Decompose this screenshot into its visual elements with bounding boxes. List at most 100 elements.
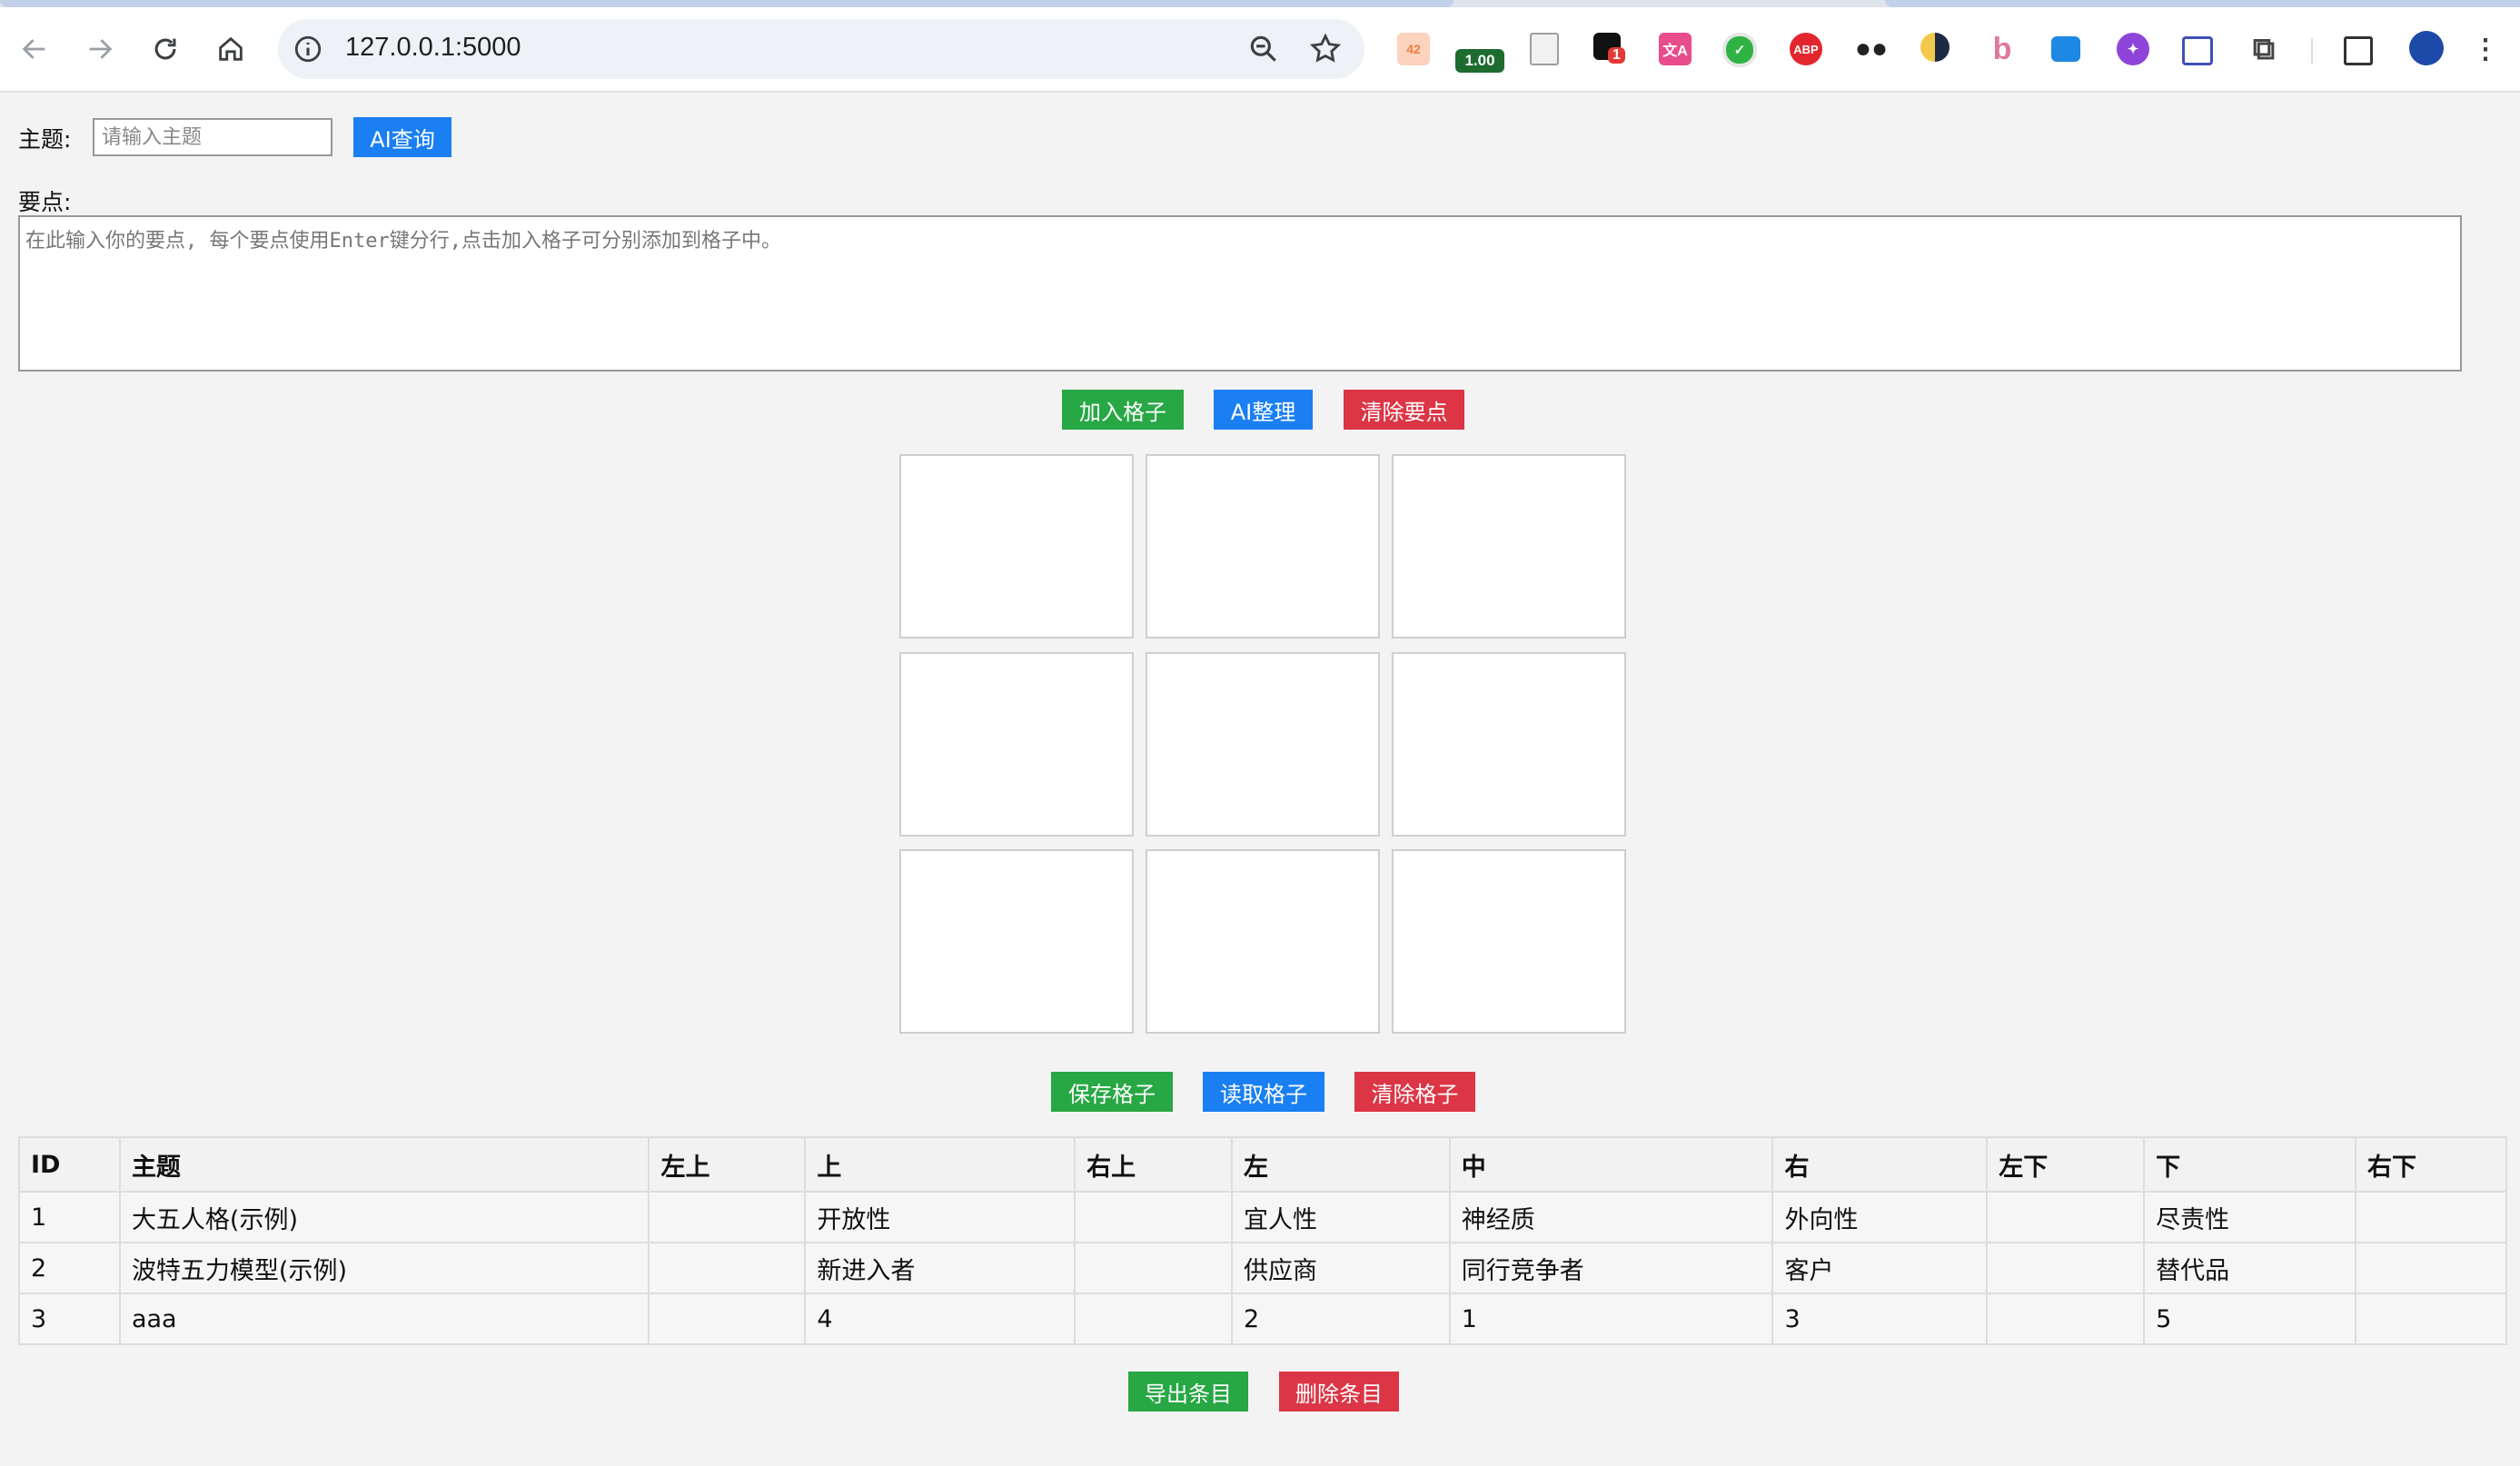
home-icon bbox=[219, 36, 243, 61]
column-header: 下 bbox=[2143, 1136, 2356, 1193]
column-header: 中 bbox=[1448, 1136, 1774, 1193]
document-icon[interactable] bbox=[1530, 33, 1559, 65]
screen-capture-icon[interactable] bbox=[2051, 36, 2080, 62]
table-cell: 2 bbox=[1230, 1293, 1451, 1345]
table-cell: 新进入者 bbox=[804, 1242, 1076, 1294]
table-cell: 供应商 bbox=[1230, 1242, 1451, 1294]
column-header: 左下 bbox=[1986, 1136, 2146, 1193]
window-extension-icon[interactable] bbox=[2182, 36, 2213, 65]
table-cell: 1 bbox=[18, 1191, 121, 1243]
table-cell: 宜人性 bbox=[1230, 1191, 1451, 1243]
grid-cell-top-left[interactable] bbox=[899, 454, 1134, 639]
table-row[interactable]: 3 aaa 4 2 1 3 5 bbox=[18, 1293, 2507, 1345]
add-to-grid-button[interactable]: 加入格子 bbox=[1062, 390, 1184, 430]
table-row[interactable]: 1 大五人格(示例) 开放性 宜人性 神经质 外向性 尽责性 bbox=[18, 1191, 2507, 1243]
grid-cell-top-right[interactable] bbox=[1392, 454, 1626, 639]
grid-cell-bottom-left[interactable] bbox=[899, 849, 1134, 1034]
column-header: 右下 bbox=[2355, 1136, 2507, 1193]
column-header: 右 bbox=[1771, 1136, 1989, 1193]
table-cell: 外向性 bbox=[1771, 1191, 1989, 1243]
table-cell: 开放性 bbox=[804, 1191, 1076, 1243]
column-header: 左上 bbox=[648, 1136, 807, 1193]
clear-points-button[interactable]: 清除要点 bbox=[1344, 390, 1464, 430]
home-button[interactable] bbox=[209, 27, 253, 71]
side-panel-icon[interactable] bbox=[2344, 36, 2373, 65]
table-header-row: ID 主题 左上 上 右上 左 中 右 左下 下 右下 bbox=[18, 1136, 2507, 1193]
clear-grid-button[interactable]: 清除格子 bbox=[1354, 1072, 1475, 1112]
table-cell: 尽责性 bbox=[2143, 1191, 2356, 1243]
column-header: 上 bbox=[804, 1136, 1076, 1193]
table-cell bbox=[2355, 1191, 2507, 1243]
table-cell bbox=[1074, 1242, 1233, 1294]
table-cell bbox=[1074, 1293, 1233, 1345]
table-cell: aaa bbox=[118, 1293, 650, 1345]
grid-cell-bottom[interactable] bbox=[1146, 849, 1380, 1034]
grid-cell-center[interactable] bbox=[1146, 652, 1380, 837]
column-header: ID bbox=[18, 1136, 121, 1193]
grid-cell-right[interactable] bbox=[1392, 652, 1626, 837]
reload-icon bbox=[154, 38, 176, 60]
nine-grid bbox=[899, 454, 1626, 1035]
table-cell: 3 bbox=[1771, 1293, 1989, 1345]
puzzle-extensions-icon[interactable]: ⧉ bbox=[2247, 32, 2280, 66]
export-entries-button[interactable]: 导出条目 bbox=[1128, 1372, 1248, 1412]
v-extension-icon[interactable]: ✓ bbox=[1722, 33, 1757, 67]
magic-wand-icon[interactable]: ✦ bbox=[2117, 33, 2149, 65]
dots-extension-icon[interactable]: ●● bbox=[1855, 33, 1888, 65]
column-header: 右上 bbox=[1074, 1136, 1233, 1193]
table-cell: 3 bbox=[18, 1293, 121, 1345]
address-bar[interactable]: 127.0.0.1:5000 bbox=[278, 19, 1364, 79]
grid-cell-left[interactable] bbox=[899, 652, 1134, 837]
active-tab[interactable] bbox=[0, 0, 1453, 7]
table-cell: 替代品 bbox=[2143, 1242, 2356, 1294]
table-cell bbox=[2355, 1242, 2507, 1294]
save-grid-button[interactable]: 保存格子 bbox=[1051, 1072, 1173, 1112]
translate-42-icon[interactable]: 42 bbox=[1397, 33, 1430, 65]
table-cell bbox=[1986, 1191, 2146, 1243]
dark-mode-icon[interactable] bbox=[1920, 33, 1950, 62]
bookmark-star-icon[interactable] bbox=[1308, 32, 1343, 66]
tab[interactable] bbox=[1885, 0, 2520, 7]
grid-cell-top[interactable] bbox=[1146, 454, 1380, 639]
delete-entries-button[interactable]: 删除条目 bbox=[1279, 1372, 1399, 1412]
points-label: 要点: bbox=[18, 189, 72, 215]
table-cell bbox=[648, 1191, 807, 1243]
speed-meter-icon[interactable]: 1.00 bbox=[1455, 49, 1504, 73]
table-cell: 波特五力模型(示例) bbox=[118, 1242, 650, 1294]
load-grid-button[interactable]: 读取格子 bbox=[1203, 1072, 1324, 1112]
points-textarea[interactable] bbox=[18, 215, 2462, 371]
column-header: 主题 bbox=[118, 1136, 650, 1193]
topic-label: 主题: bbox=[18, 126, 72, 153]
table-row[interactable]: 2 波特五力模型(示例) 新进入者 供应商 同行竞争者 客户 替代品 bbox=[18, 1242, 2507, 1294]
arrow-right-icon bbox=[89, 39, 113, 59]
table-cell: 4 bbox=[804, 1293, 1076, 1345]
table-cell: 同行竞争者 bbox=[1448, 1242, 1774, 1294]
table-cell bbox=[1986, 1242, 2146, 1294]
back-button[interactable] bbox=[13, 27, 56, 71]
adblock-plus-icon[interactable]: ABP bbox=[1790, 33, 1822, 65]
bing-icon[interactable]: b bbox=[1986, 32, 2019, 66]
table-cell: 2 bbox=[18, 1242, 121, 1294]
table-cell: 1 bbox=[1448, 1293, 1774, 1345]
ai-organize-button[interactable]: AI整理 bbox=[1214, 390, 1313, 430]
table-cell bbox=[648, 1242, 807, 1294]
entries-table: ID 主题 左上 上 右上 左 中 右 左下 下 右下 1 大五人格(示例) 开… bbox=[18, 1136, 2507, 1345]
forward-button[interactable] bbox=[78, 27, 122, 71]
avatar[interactable] bbox=[2409, 31, 2444, 65]
zoom-icon[interactable] bbox=[1246, 32, 1281, 66]
site-info-icon[interactable] bbox=[293, 34, 323, 64]
table-cell bbox=[1074, 1191, 1233, 1243]
translate-extension-icon[interactable]: 文A bbox=[1659, 33, 1692, 65]
table-cell bbox=[2355, 1293, 2507, 1345]
table-cell bbox=[1986, 1293, 2146, 1345]
table-cell: 客户 bbox=[1771, 1242, 1989, 1294]
grid-cell-bottom-right[interactable] bbox=[1392, 849, 1626, 1034]
browser-toolbar: 127.0.0.1:5000 42 1.00 1 文A ✓ ABP ●● b ✦… bbox=[0, 7, 2520, 93]
table-cell: 5 bbox=[2143, 1293, 2356, 1345]
table-cell: 大五人格(示例) bbox=[118, 1191, 650, 1243]
url-text[interactable]: 127.0.0.1:5000 bbox=[345, 33, 521, 63]
reload-button[interactable] bbox=[144, 27, 187, 71]
ai-query-button[interactable]: AI查询 bbox=[353, 117, 451, 157]
kebab-menu-icon[interactable]: ⋮ bbox=[2472, 33, 2499, 65]
topic-input[interactable] bbox=[93, 118, 332, 156]
